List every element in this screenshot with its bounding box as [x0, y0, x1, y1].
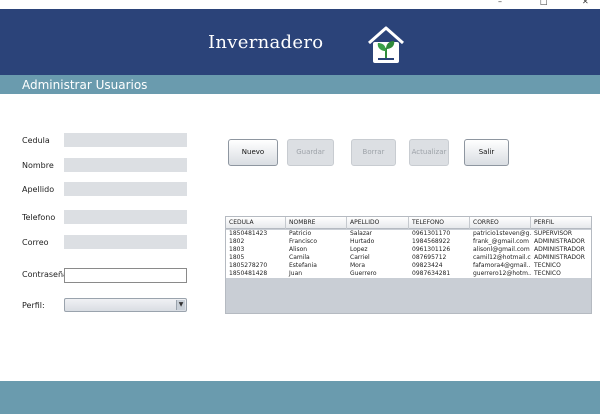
cell-perfil: ADMINISTRADOR: [534, 238, 585, 245]
cell-perfil: TECNICO: [534, 262, 561, 269]
cell-cedula: 1850481428: [229, 270, 268, 277]
cell-telefono: 087695712: [412, 254, 447, 261]
column-header-nombre[interactable]: NOMBRE: [286, 217, 347, 229]
cell-correo: frank_@gmail.com: [473, 238, 529, 245]
cell-telefono: 0987634281: [412, 270, 451, 277]
cell-apellido: Salazar: [350, 230, 373, 237]
salir-button[interactable]: Salir: [464, 139, 509, 166]
table-body: 1850481423 Patricio Salazar 0961301170 p…: [226, 230, 591, 278]
nombre-field[interactable]: [64, 158, 187, 172]
cell-apellido: Guerrero: [350, 270, 377, 277]
cell-cedula: 1805278270: [229, 262, 268, 269]
cell-nombre: Francisco: [289, 238, 318, 245]
cell-perfil: ADMINISTRADOR: [534, 254, 585, 261]
correo-field[interactable]: [64, 235, 187, 249]
section-title: Administrar Usuarios: [22, 78, 148, 92]
nuevo-button[interactable]: Nuevo: [228, 139, 278, 166]
cell-nombre: Alison: [289, 246, 308, 253]
borrar-button[interactable]: Borrar: [351, 139, 396, 166]
cell-nombre: Patricio: [289, 230, 312, 237]
actualizar-button[interactable]: Actualizar: [409, 139, 449, 166]
cell-nombre: Juan: [289, 270, 303, 277]
perfil-label: Perfil:: [22, 301, 45, 310]
cell-nombre: Estefania: [289, 262, 317, 269]
table-row[interactable]: 1850481423 Patricio Salazar 0961301170 p…: [226, 230, 591, 238]
cell-cedula: 1802: [229, 238, 245, 245]
greenhouse-plant-icon: [368, 26, 404, 63]
perfil-select[interactable]: ▼: [64, 298, 187, 312]
cell-correo: fafamora4@gmail....: [473, 262, 531, 269]
apellido-label: Apellido: [22, 185, 55, 194]
cell-correo: alisonl@gmail.com: [473, 246, 530, 253]
cell-cedula: 1805: [229, 254, 245, 261]
cell-correo: patricio1steven@g...: [473, 230, 531, 237]
cell-correo: camil12@hotmail.c...: [473, 254, 531, 261]
apellido-field[interactable]: [64, 182, 187, 196]
cell-perfil: TECNICO: [534, 270, 561, 277]
cell-apellido: Hurtado: [350, 238, 375, 245]
contrasena-field[interactable]: [64, 268, 187, 283]
minimize-icon[interactable]: –: [498, 0, 502, 7]
column-header-cedula[interactable]: CEDULA: [226, 217, 286, 229]
cell-perfil: SUPERVISOR: [534, 230, 573, 237]
contrasena-label: Contraseña: [22, 270, 68, 279]
close-icon[interactable]: ✕: [582, 0, 589, 7]
cedula-label: Cedula: [22, 136, 50, 145]
cell-cedula: 1850481423: [229, 230, 268, 237]
cedula-field[interactable]: [64, 133, 187, 147]
table-row[interactable]: 1803 Alison Lopez 0961301126 alisonl@gma…: [226, 246, 591, 254]
cell-telefono: 0961301170: [412, 230, 451, 237]
cell-apellido: Lopez: [350, 246, 368, 253]
column-header-telefono[interactable]: TELEFONO: [409, 217, 470, 229]
table-row[interactable]: 1850481428 Juan Guerrero 0987634281 guer…: [226, 270, 591, 278]
cell-perfil: ADMINISTRADOR: [534, 246, 585, 253]
cell-correo: guerrero12@hotm...: [473, 270, 531, 277]
usuarios-table[interactable]: CEDULA NOMBRE APELLIDO TELEFONO CORREO P…: [225, 216, 592, 314]
nombre-label: Nombre: [22, 161, 54, 170]
column-header-perfil[interactable]: PERFIL: [531, 217, 591, 229]
table-row[interactable]: 1805278270 Estefania Mora 09823424 fafam…: [226, 262, 591, 270]
cell-apellido: Mora: [350, 262, 365, 269]
table-header: CEDULA NOMBRE APELLIDO TELEFONO CORREO P…: [226, 217, 591, 229]
app-title: Invernadero: [208, 32, 324, 53]
cell-apellido: Carriel: [350, 254, 370, 261]
telefono-field[interactable]: [64, 210, 187, 224]
cell-telefono: 09823424: [412, 262, 443, 269]
window-titlebar: – □ ✕: [0, 0, 600, 9]
correo-label: Correo: [22, 238, 49, 247]
table-row[interactable]: 1802 Francisco Hurtado 1984568922 frank_…: [226, 238, 591, 246]
table-row[interactable]: 1805 Camila Carriel 087695712 camil12@ho…: [226, 254, 591, 262]
telefono-label: Telefono: [22, 213, 56, 222]
column-header-correo[interactable]: CORREO: [470, 217, 531, 229]
guardar-button[interactable]: Guardar: [287, 139, 334, 166]
cell-telefono: 0961301126: [412, 246, 451, 253]
column-header-apellido[interactable]: APELLIDO: [347, 217, 409, 229]
cell-cedula: 1803: [229, 246, 245, 253]
cell-nombre: Camila: [289, 254, 310, 261]
cell-telefono: 1984568922: [412, 238, 451, 245]
chevron-down-icon[interactable]: ▼: [176, 300, 185, 310]
app-footer: [0, 381, 600, 414]
maximize-icon[interactable]: □: [540, 0, 548, 7]
